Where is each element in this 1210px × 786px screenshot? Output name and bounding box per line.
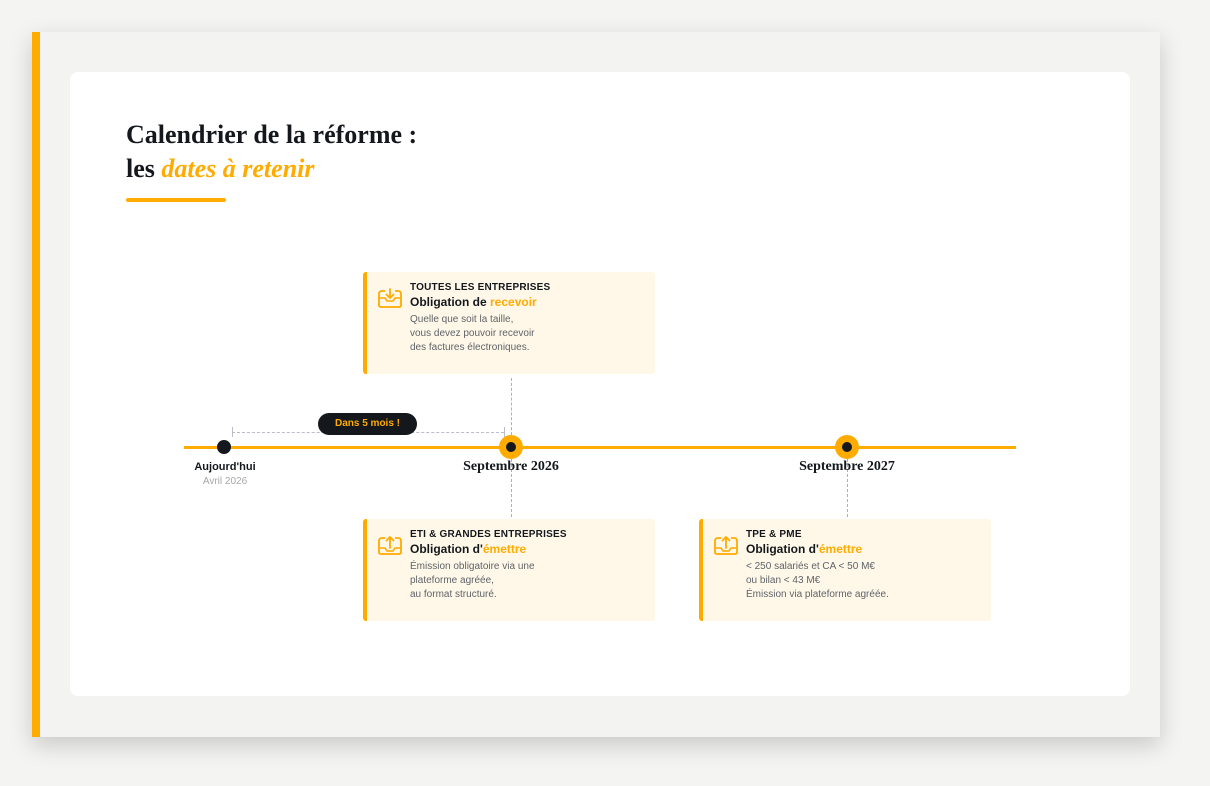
event-heading: Obligation d'émettre — [746, 542, 986, 557]
title-line-2-prefix: les — [126, 154, 162, 183]
event-description-line: ou bilan < 43 M€ — [746, 575, 821, 586]
event-description: Émission obligatoire via une plateforme … — [410, 560, 650, 602]
timeline-line — [184, 446, 1016, 449]
event-description: < 250 salariés et CA < 50 M€ ou bilan < … — [746, 560, 986, 602]
event-heading-prefix: Obligation de — [410, 295, 490, 309]
event-heading-prefix: Obligation d' — [410, 542, 483, 556]
content-card: Calendrier de la réforme : les dates à r… — [70, 72, 1130, 696]
event-heading-highlight: émettre — [818, 542, 863, 556]
event-description: Quelle que soit la taille, vous devez po… — [410, 313, 650, 355]
slide-frame: Calendrier de la réforme : les dates à r… — [32, 32, 1160, 737]
event-card-emit-large: ETI & GRANDES ENTREPRISES Obligation d'é… — [363, 519, 655, 621]
today-label: Aujourd'hui — [194, 461, 256, 473]
event-heading: Obligation de recevoir — [410, 295, 650, 310]
milestone-1-marker — [499, 435, 523, 459]
event-description-line: des factures électroniques. — [410, 342, 530, 353]
event-card-emit-small: TPE & PME Obligation d'émettre < 250 sal… — [699, 519, 991, 621]
today-marker — [217, 440, 231, 454]
event-description-line: Émission obligatoire via une — [410, 561, 535, 572]
countdown-range-start-cap — [232, 427, 233, 437]
page-title: Calendrier de la réforme : les dates à r… — [126, 118, 417, 186]
event-kicker: TPE & PME — [746, 529, 802, 540]
event-heading-prefix: Obligation d' — [746, 542, 819, 556]
event-heading-highlight: recevoir — [490, 295, 537, 309]
title-line-2-accent: dates à retenir — [161, 154, 315, 183]
event-description-line: Quelle que soit la taille, — [410, 314, 514, 325]
event-kicker: TOUTES LES ENTREPRISES — [410, 282, 551, 293]
event-description-line: Émission via plateforme agréée. — [746, 589, 889, 600]
milestone-1-label: Septembre 2026 — [463, 459, 559, 474]
send-invoice-icon — [714, 535, 738, 555]
title-underline — [126, 198, 226, 202]
countdown-badge: Dans 5 mois ! — [318, 413, 417, 435]
event-description-line: plateforme agréée, — [410, 575, 494, 586]
event-description-line: vous devez pouvoir recevoir — [410, 328, 535, 339]
milestone-2-label: Septembre 2027 — [799, 459, 895, 474]
today-sublabel: Avril 2026 — [202, 476, 248, 487]
event-card-receive-all: TOUTES LES ENTREPRISES Obligation de rec… — [363, 272, 655, 374]
event-description-line: < 250 salariés et CA < 50 M€ — [746, 561, 875, 572]
event-heading: Obligation d'émettre — [410, 542, 650, 557]
event-heading-highlight: émettre — [482, 542, 527, 556]
event-kicker: ETI & GRANDES ENTREPRISES — [410, 529, 567, 540]
event-description-line: au format structuré. — [410, 589, 497, 600]
receive-invoice-icon — [378, 288, 402, 308]
frame-accent-bar — [32, 32, 40, 737]
milestone-2-marker — [835, 435, 859, 459]
title-line-1: Calendrier de la réforme : — [126, 120, 418, 149]
milestone-1-connector-top — [511, 378, 512, 435]
send-invoice-icon — [378, 535, 402, 555]
